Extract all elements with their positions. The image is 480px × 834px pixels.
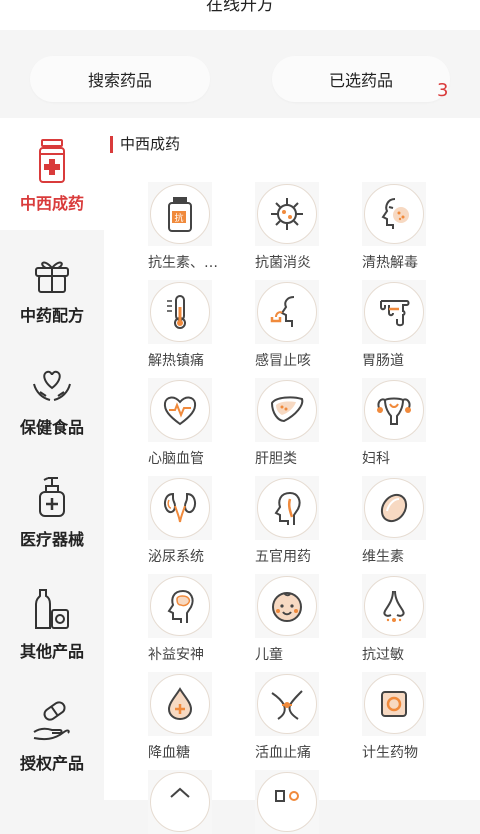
category-label: 心脑血管: [148, 451, 204, 467]
sidebar-item-other-products[interactable]: 其他产品: [0, 566, 104, 678]
svg-text:抗: 抗: [174, 212, 183, 224]
section-title: 中西成药: [110, 136, 180, 153]
capsule-icon: [380, 493, 408, 523]
category-label: 感冒止咳: [255, 353, 311, 369]
category-item-gastrointestinal[interactable]: 胃肠道: [362, 280, 444, 370]
category-item-antipyretic[interactable]: 解热镇痛: [148, 280, 230, 370]
intestine-icon: [380, 300, 410, 327]
sidebar-item-label: 其他产品: [19, 642, 84, 661]
category-item-ent-medicine[interactable]: 五官用药: [255, 476, 337, 566]
gift-box-icon: [35, 261, 69, 293]
blood-drop-icon: [167, 687, 193, 721]
selected-count-badge: 3: [437, 80, 449, 101]
category-item-liver-gallbladder[interactable]: 肝胆类: [255, 378, 337, 468]
medicine-bottle-icon: [39, 139, 65, 183]
nose-icon: [383, 590, 405, 622]
category-label: 清热解毒: [362, 255, 418, 271]
category-label: 胃肠道: [362, 353, 404, 369]
sidebar-item-licensed-products[interactable]: 授权产品: [0, 678, 104, 790]
kidney-icon: [164, 492, 196, 523]
partial-icon-a: [170, 787, 190, 798]
category-label: 妇科: [362, 451, 390, 467]
category-item-partial-b[interactable]: [255, 770, 337, 834]
uterus-icon: [377, 397, 411, 425]
joint-pain-icon: [271, 690, 303, 720]
cough-icon: [270, 296, 295, 327]
category-label: 补益安神: [148, 647, 204, 663]
liver-icon: [270, 396, 304, 423]
sidebar-item-label: 保健食品: [19, 418, 84, 437]
sidebar-item-label: 中药配方: [19, 306, 84, 325]
antibiotic-bottle-icon: 抗: [168, 197, 192, 232]
selected-drugs-label: 已选药品: [328, 71, 393, 90]
sidebar-item-tcm-formula[interactable]: 中药配方: [0, 230, 104, 342]
category-item-partial-a[interactable]: [148, 770, 230, 834]
category-item-gynecology[interactable]: 妇科: [362, 378, 444, 468]
category-label: 降血糖: [148, 745, 190, 761]
category-sidebar: 中西成药 中药配方 保健食品 医疗器械 其他产品 授权产品: [0, 118, 104, 800]
thermometer-icon: [167, 295, 186, 329]
category-content: 中西成药 抗 抗生素、… 抗菌消炎 清热解毒 解热镇痛 感冒止咳 胃肠道 心脑血…: [104, 118, 480, 834]
category-item-antibiotics[interactable]: 抗 抗生素、…: [148, 182, 230, 272]
category-label: 抗菌消炎: [255, 255, 311, 271]
search-drugs-label: 搜索药品: [87, 71, 152, 90]
category-label: 维生素: [362, 549, 404, 565]
category-item-vitamins[interactable]: 维生素: [362, 476, 444, 566]
category-item-heat-clearing[interactable]: 清热解毒: [362, 182, 444, 272]
category-item-children[interactable]: 儿童: [255, 574, 337, 664]
sidebar-item-label: 授权产品: [19, 754, 84, 773]
category-label: 抗生素、…: [148, 255, 218, 271]
selected-drugs-button[interactable]: 已选药品: [272, 56, 450, 102]
category-item-tonic-sedative[interactable]: 补益安神: [148, 574, 230, 664]
category-item-blood-circulation[interactable]: 活血止痛: [255, 672, 337, 762]
category-label: 活血止痛: [255, 745, 311, 761]
category-item-anti-allergy[interactable]: 抗过敏: [362, 574, 444, 664]
sanitizer-bottle-icon: [39, 477, 65, 517]
heart-pulse-icon: [163, 396, 197, 426]
search-drugs-button[interactable]: 搜索药品: [30, 56, 210, 102]
sidebar-item-health-food[interactable]: 保健食品: [0, 342, 104, 454]
pill-hand-icon: [33, 701, 70, 741]
products-icon: [35, 589, 69, 629]
category-item-blood-sugar[interactable]: 降血糖: [148, 672, 230, 762]
sidebar-item-label: 医疗器械: [19, 530, 84, 549]
sidebar-item-medical-devices[interactable]: 医疗器械: [0, 454, 104, 566]
category-item-antibacterial[interactable]: 抗菌消炎: [255, 182, 337, 272]
brain-icon: [167, 590, 194, 623]
head-profile-icon: [274, 492, 301, 525]
page-title: 在线开方: [206, 0, 274, 15]
category-item-family-planning[interactable]: 计生药物: [362, 672, 444, 762]
virus-icon: [271, 198, 303, 230]
category-item-cardiovascular[interactable]: 心脑血管: [148, 378, 230, 468]
category-label: 计生药物: [362, 745, 418, 761]
category-item-cold-cough[interactable]: 感冒止咳: [255, 280, 337, 370]
category-label: 解热镇痛: [148, 353, 204, 369]
baby-face-icon: [272, 592, 302, 622]
heart-hands-icon: [33, 370, 71, 401]
category-item-urinary[interactable]: 泌尿系统: [148, 476, 230, 566]
sidebar-item-label: 中西成药: [19, 194, 84, 213]
partial-icon-b: [275, 790, 299, 802]
category-label: 肝胆类: [255, 451, 297, 467]
category-label: 泌尿系统: [148, 549, 204, 565]
sidebar-item-western-chinese-medicine[interactable]: 中西成药: [0, 118, 104, 230]
face-fever-icon: [381, 198, 409, 229]
category-label: 五官用药: [255, 549, 311, 565]
top-bar: 搜索药品 已选药品 3: [0, 30, 480, 118]
app-header: 在线开方: [0, 0, 480, 30]
contraceptive-icon: [381, 691, 407, 717]
category-label: 抗过敏: [362, 647, 404, 663]
category-label: 儿童: [255, 647, 283, 663]
